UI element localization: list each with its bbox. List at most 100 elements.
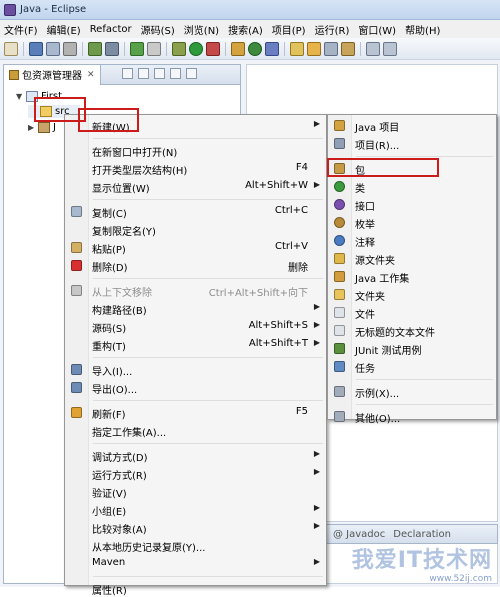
link-with-editor-icon[interactable] bbox=[138, 68, 149, 79]
external-tools-icon[interactable] bbox=[206, 41, 220, 56]
menu-item-label: 验证(V) bbox=[92, 489, 127, 500]
context_menu-item-19[interactable]: 刷新(F) F5 bbox=[67, 404, 324, 421]
new-icon[interactable] bbox=[4, 41, 18, 56]
search-icon[interactable] bbox=[324, 41, 338, 56]
submenu-item-1[interactable]: 项目(R)... bbox=[330, 135, 494, 152]
context_menu-item-6[interactable]: 复制(C) Ctrl+C bbox=[67, 203, 324, 220]
menu-item-label: 构建路径(B) bbox=[92, 306, 147, 317]
package-explorer-tab[interactable]: 包资源管理器 ✕ bbox=[4, 64, 101, 85]
context_menu-item-28[interactable]: Maven ▶ bbox=[67, 555, 324, 572]
view-menu-icon[interactable] bbox=[154, 68, 165, 79]
chevron-right-icon: ▶ bbox=[313, 338, 320, 347]
import-icon bbox=[71, 364, 82, 375]
context_menu-item-26[interactable]: 比较对象(A) ▶ bbox=[67, 519, 324, 536]
java-working-set-icon bbox=[334, 271, 345, 282]
close-icon[interactable]: ✕ bbox=[87, 70, 95, 80]
expand-down-icon[interactable]: ▼ bbox=[16, 92, 24, 101]
collapse-all-icon[interactable] bbox=[122, 68, 133, 79]
copy-icon bbox=[71, 206, 82, 217]
submenu-item-4[interactable]: 类 bbox=[330, 178, 494, 195]
debug-icon[interactable] bbox=[172, 41, 186, 56]
menu-item-label: 调试方式(D) bbox=[92, 453, 148, 464]
submenu-item-12[interactable]: 无标题的文本文件 bbox=[330, 322, 494, 339]
menu-project[interactable]: 项目(P) bbox=[272, 22, 306, 37]
context_menu-item-27[interactable]: 从本地历史记录复原(Y)... bbox=[67, 537, 324, 554]
forward-icon[interactable] bbox=[383, 41, 397, 56]
context_menu-item-4[interactable]: 显示位置(W) Alt+Shift+W ▶ bbox=[67, 178, 324, 195]
run-icon[interactable] bbox=[189, 41, 203, 56]
task-icon bbox=[334, 361, 345, 372]
submenu-item-16[interactable]: 示例(X)... bbox=[330, 383, 494, 400]
submenu-item-0[interactable]: Java 项目 bbox=[330, 117, 494, 134]
chevron-right-icon: ▶ bbox=[313, 302, 320, 311]
menu-item-label: 导出(O)... bbox=[92, 385, 138, 396]
view-tab-bar: 包资源管理器 ✕ bbox=[4, 64, 240, 85]
menu-run[interactable]: 运行(R) bbox=[315, 22, 350, 37]
back-icon[interactable] bbox=[366, 41, 380, 56]
terminal-icon[interactable] bbox=[105, 41, 119, 56]
checkbox-icon[interactable] bbox=[130, 41, 144, 56]
submenu-item-13[interactable]: JUnit 测试用例 bbox=[330, 340, 494, 357]
save-icon[interactable] bbox=[29, 41, 43, 56]
context_menu-item-24[interactable]: 验证(V) bbox=[67, 483, 324, 500]
pencil-icon[interactable] bbox=[147, 41, 161, 56]
pin-icon[interactable] bbox=[341, 41, 355, 56]
new-interface-icon[interactable] bbox=[265, 41, 279, 56]
submenu-item-14[interactable]: 任务 bbox=[330, 358, 494, 375]
submenu-item-8[interactable]: 源文件夹 bbox=[330, 250, 494, 267]
open-type-icon[interactable] bbox=[290, 41, 304, 56]
submenu-item-9[interactable]: Java 工作集 bbox=[330, 268, 494, 285]
context_menu-item-14[interactable]: 重构(T) Alt+Shift+T ▶ bbox=[67, 336, 324, 353]
menu-edit[interactable]: 编辑(E) bbox=[47, 22, 81, 37]
menu-navigate[interactable]: 浏览(N) bbox=[184, 22, 219, 37]
toolbar-separator bbox=[82, 41, 83, 56]
context_menu-item-12[interactable]: 构建路径(B) ▶ bbox=[67, 300, 324, 317]
submenu-item-6[interactable]: 枚举 bbox=[330, 214, 494, 231]
context_menu-item-9[interactable]: 删除(D) 删除 bbox=[67, 257, 324, 274]
context_menu-item-7[interactable]: 复制限定名(Y) bbox=[67, 221, 324, 238]
context_menu-item-25[interactable]: 小组(E) ▶ bbox=[67, 501, 324, 518]
tree-item-jre[interactable]: ▶ J bbox=[28, 122, 56, 133]
toolbar-separator bbox=[225, 41, 226, 56]
context_menu-item-13[interactable]: 源码(S) Alt+Shift+S ▶ bbox=[67, 318, 324, 335]
context_menu-item-30[interactable]: 属性(R) bbox=[67, 580, 324, 597]
context_menu-item-23[interactable]: 运行方式(R) ▶ bbox=[67, 465, 324, 482]
menu-item-shortcut: F4 bbox=[295, 162, 308, 173]
context_menu-item-3[interactable]: 打开类型层次结构(H) F4 bbox=[67, 160, 324, 177]
menu-item-label: 显示位置(W) bbox=[92, 184, 150, 195]
menu-search[interactable]: 搜索(A) bbox=[228, 22, 263, 37]
context_menu-item-22[interactable]: 调试方式(D) ▶ bbox=[67, 447, 324, 464]
submenu-item-18[interactable]: 其他(O)... bbox=[330, 408, 494, 425]
menu-file[interactable]: 文件(F) bbox=[4, 22, 38, 37]
menu-window[interactable]: 窗口(W) bbox=[358, 22, 396, 37]
submenu-item-11[interactable]: 文件 bbox=[330, 304, 494, 321]
menu-item-shortcut: Ctrl+C bbox=[274, 205, 308, 216]
context_menu-item-17[interactable]: 导出(O)... bbox=[67, 379, 324, 396]
minimize-icon[interactable] bbox=[170, 68, 181, 79]
submenu-item-10[interactable]: 文件夹 bbox=[330, 286, 494, 303]
print-icon[interactable] bbox=[63, 41, 77, 56]
build-icon[interactable] bbox=[88, 41, 102, 56]
menu-item-shortcut: 删除 bbox=[288, 263, 308, 274]
submenu-item-5[interactable]: 接口 bbox=[330, 196, 494, 213]
maximize-icon[interactable] bbox=[186, 68, 197, 79]
menu-item-label: 枚举 bbox=[355, 220, 375, 231]
menu-separator bbox=[93, 278, 323, 279]
context_menu-item-20[interactable]: 指定工作集(A)... bbox=[67, 422, 324, 439]
expand-right-icon[interactable]: ▶ bbox=[28, 123, 36, 132]
open-folder-icon[interactable] bbox=[307, 41, 321, 56]
context_menu-item-2[interactable]: 在新窗口中打开(N) bbox=[67, 142, 324, 159]
new-class-icon[interactable] bbox=[248, 41, 262, 56]
enum-icon bbox=[334, 217, 345, 228]
submenu-item-7[interactable]: 注释 bbox=[330, 232, 494, 249]
context_menu-item-8[interactable]: 粘贴(P) Ctrl+V bbox=[67, 239, 324, 256]
refresh-icon bbox=[71, 407, 82, 418]
menu-source[interactable]: 源码(S) bbox=[141, 22, 175, 37]
menu-refactor[interactable]: Refactor bbox=[90, 24, 132, 35]
menu-help[interactable]: 帮助(H) bbox=[405, 22, 440, 37]
chevron-right-icon: ▶ bbox=[313, 467, 320, 476]
context_menu-item-16[interactable]: 导入(I)... bbox=[67, 361, 324, 378]
main-toolbar bbox=[0, 38, 500, 60]
new-java-project-icon[interactable] bbox=[231, 41, 245, 56]
save-all-icon[interactable] bbox=[46, 41, 60, 56]
